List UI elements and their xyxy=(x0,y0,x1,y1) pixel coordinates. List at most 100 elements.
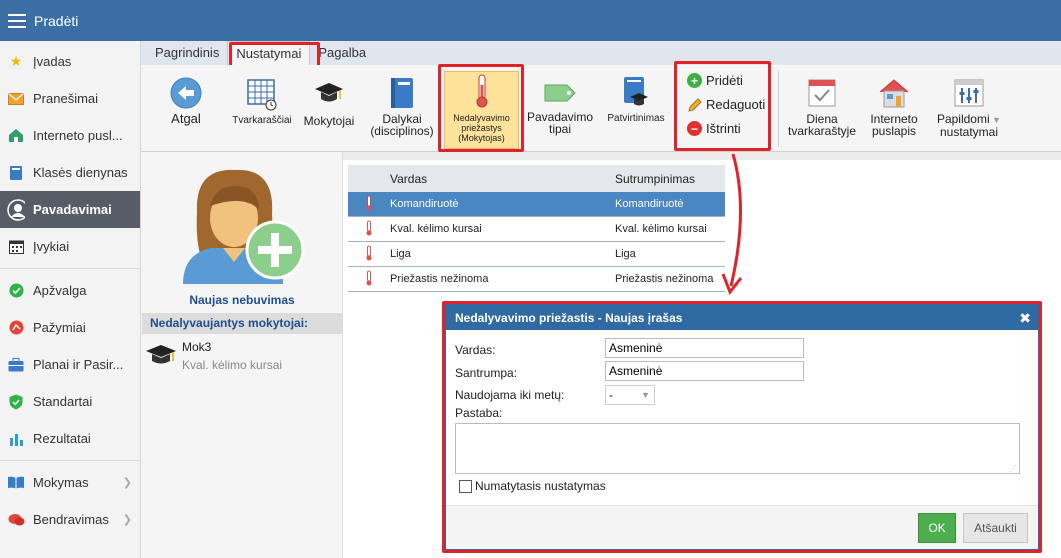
sidebar-item-planai[interactable]: Planai ir Pasir... xyxy=(0,346,140,383)
sidebar: ★ Įvadas Pranešimai Interneto pusl... Kl… xyxy=(0,41,141,558)
sidebar-item-pranesimai[interactable]: Pranešimai xyxy=(0,80,140,117)
timetables-label: Tvarkaraščiai xyxy=(232,115,292,126)
dropdown-arrow-icon: ▼ xyxy=(989,115,1002,125)
name-field[interactable] xyxy=(605,338,804,358)
day-label-2: tvarkaraštyje xyxy=(787,124,857,138)
default-checkbox[interactable] xyxy=(459,479,472,493)
new-absence-label[interactable]: Naujas nebuvimas xyxy=(141,293,343,307)
extra-settings-label-2: nustatymai xyxy=(939,125,999,139)
sidebar-item-pazymiai[interactable]: Pažymiai xyxy=(0,309,140,346)
sidebar-item-label: Standartai xyxy=(33,394,93,409)
sidebar-item-ivadas[interactable]: ★ Įvadas xyxy=(0,43,140,80)
substitution-types-label-2: tipai xyxy=(548,122,571,136)
header-name[interactable]: Vardas xyxy=(390,172,615,186)
table-row[interactable]: Liga Liga xyxy=(348,242,725,267)
row-name: Liga xyxy=(390,248,411,260)
extra-settings-button[interactable]: Papildomi ▼ nustatymai xyxy=(929,77,1009,138)
dialog-footer: OK Atšaukti xyxy=(446,505,1038,549)
confirmations-label: Patvirtinimas xyxy=(607,113,665,124)
sidebar-item-interneto-puslapis[interactable]: Interneto pusl... xyxy=(0,117,140,154)
row-abbr: Komandiruotė xyxy=(615,198,684,210)
thermometer-icon xyxy=(365,245,373,264)
ribbon-divider xyxy=(778,71,779,147)
sidebar-item-bendravimas[interactable]: Bendravimas ❯ xyxy=(0,501,140,538)
graduation-cap-icon xyxy=(145,340,177,373)
sliders-icon xyxy=(953,77,985,109)
ribbon-toolbar: Atgal Tvarkaraščiai Mokytojai Dalykai (d… xyxy=(141,65,1061,152)
house-icon xyxy=(878,77,910,109)
teacher-reason: Kval. kėlimo kursai xyxy=(182,358,283,372)
badge-icon xyxy=(7,319,25,337)
menu-icon[interactable] xyxy=(8,13,26,28)
open-book-icon xyxy=(7,474,25,492)
close-icon[interactable]: ✖ xyxy=(1019,310,1031,327)
app-title[interactable]: Pradėti xyxy=(34,13,78,29)
name-label: Vardas: xyxy=(455,343,496,357)
sidebar-item-label: Planai ir Pasir... xyxy=(33,357,124,372)
timetables-button[interactable]: Tvarkaraščiai xyxy=(231,77,293,127)
day-in-timetable-button[interactable]: Diena tvarkaraštyje xyxy=(784,77,860,137)
teachers-label: Mokytojai xyxy=(303,114,355,128)
notebook-icon xyxy=(388,77,416,109)
chevron-right-icon: ❯ xyxy=(122,514,132,526)
check-circle-icon xyxy=(7,282,25,300)
confirmation-icon xyxy=(620,75,652,109)
grid-header: Vardas Sutrumpinimas xyxy=(348,165,725,192)
tag-icon xyxy=(543,79,577,107)
sidebar-item-label: Pranešimai xyxy=(33,91,99,106)
table-row[interactable]: Kval. kėlimo kursai Kval. kėlimo kursai xyxy=(348,217,725,242)
used-until-label: Naudojama iki metų: xyxy=(455,388,565,402)
table-row[interactable]: Priežastis nežinoma Priežastis nežinoma xyxy=(348,267,725,292)
sidebar-item-apzvalga[interactable]: Apžvalga xyxy=(0,272,140,309)
confirmations-button[interactable]: Patvirtinimas xyxy=(601,75,671,125)
chevron-right-icon: ❯ xyxy=(122,477,132,489)
sidebar-divider xyxy=(0,460,140,461)
tab-pagrindinis[interactable]: Pagrindinis xyxy=(147,41,227,65)
row-abbr: Kval. kėlimo kursai xyxy=(615,223,707,235)
dialog-title: Nedalyvavimo priežastis - Naujas įrašas xyxy=(455,310,683,325)
sidebar-item-label: Apžvalga xyxy=(33,283,87,298)
default-checkbox-row[interactable]: Numatytasis nustatymas xyxy=(459,479,606,493)
table-row[interactable]: Komandiruotė Komandiruotė xyxy=(348,192,725,217)
ok-button[interactable]: OK xyxy=(918,513,956,543)
back-button[interactable]: Atgal xyxy=(163,77,209,125)
default-label: Numatytasis nustatymas xyxy=(475,479,606,493)
header-abbr[interactable]: Sutrumpinimas xyxy=(615,172,725,186)
note-textarea[interactable]: ⋰ xyxy=(455,423,1020,474)
sidebar-item-label: Bendravimas xyxy=(33,512,109,527)
website-label-2: puslapis xyxy=(871,124,917,138)
back-arrow-icon xyxy=(170,77,202,109)
cancel-button[interactable]: Atšaukti xyxy=(963,513,1028,543)
top-bar: Pradėti xyxy=(0,0,1061,41)
new-absence-avatar-icon[interactable] xyxy=(177,162,307,287)
abbr-field[interactable] xyxy=(605,361,804,381)
highlight-add-edit-delete xyxy=(674,61,771,151)
sidebar-item-klases-dienynas[interactable]: Klasės dienynas xyxy=(0,154,140,191)
used-until-select[interactable]: - ▼ xyxy=(605,385,655,405)
sidebar-item-mokymas[interactable]: Mokymas ❯ xyxy=(0,464,140,501)
sidebar-item-label: Rezultatai xyxy=(33,431,91,446)
absent-teacher-item[interactable]: Mok3 Kval. kėlimo kursai xyxy=(145,338,335,374)
sidebar-item-label: Pažymiai xyxy=(33,320,86,335)
envelope-icon xyxy=(7,90,25,108)
substitution-types-button[interactable]: Pavadavimo tipai xyxy=(523,79,597,135)
absence-reasons-grid: Vardas Sutrumpinimas Komandiruotė Komand… xyxy=(348,165,725,292)
star-icon: ★ xyxy=(9,53,23,69)
chevron-down-icon: ▼ xyxy=(641,390,650,400)
sidebar-item-rezultatai[interactable]: Rezultatai xyxy=(0,420,140,457)
row-name: Kval. kėlimo kursai xyxy=(390,223,482,235)
thermometer-icon xyxy=(365,270,373,289)
user-icon xyxy=(7,198,25,221)
sidebar-item-ivykiai[interactable]: Įvykiai xyxy=(0,228,140,265)
sidebar-item-pavadavimai[interactable]: Pavadavimai xyxy=(0,191,140,228)
teachers-button[interactable]: Mokytojai xyxy=(301,77,357,127)
subjects-button[interactable]: Dalykai (disciplinos) xyxy=(365,77,439,137)
sidebar-item-standartai[interactable]: Standartai xyxy=(0,383,140,420)
sidebar-item-label: Įvykiai xyxy=(33,239,70,254)
left-panel: Naujas nebuvimas Nedalyvaujantys mokytoj… xyxy=(141,152,343,558)
resize-grip-icon[interactable]: ⋰ xyxy=(1009,464,1017,473)
bar-chart-icon xyxy=(7,430,25,448)
used-until-value: - xyxy=(609,388,613,402)
website-button[interactable]: Interneto puslapis xyxy=(863,77,925,137)
row-abbr: Priežastis nežinoma xyxy=(615,273,714,285)
